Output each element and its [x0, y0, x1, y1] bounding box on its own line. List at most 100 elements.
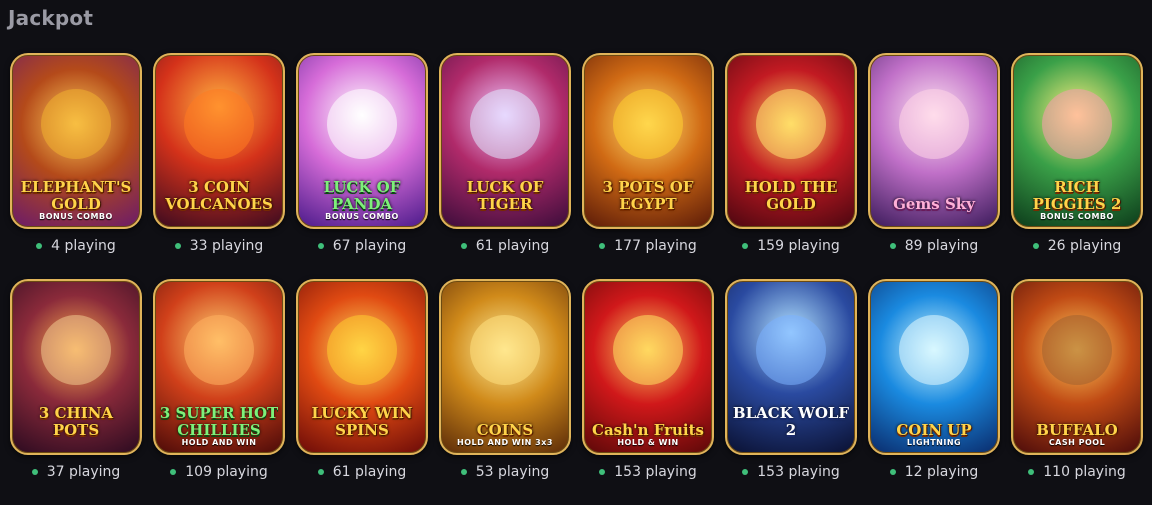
game-card[interactable]: LUCKY WIN SPINS 61 playing — [296, 279, 428, 505]
piggy-icon — [1042, 88, 1112, 159]
tiger-icon — [470, 88, 540, 159]
game-tile[interactable]: 3 COIN VOLCANOES — [153, 53, 285, 229]
online-dot-icon — [460, 243, 467, 249]
volcano-icon — [184, 88, 254, 159]
game-subtitle: CASH POOL — [1048, 438, 1106, 447]
player-count: 33 playing — [153, 229, 285, 261]
game-tile[interactable]: Gems Sky — [868, 53, 1000, 229]
game-title: ELEPHANT'S GOLD — [20, 178, 132, 213]
player-count: 67 playing — [296, 229, 428, 261]
game-title: 3 CHINA POTS — [38, 404, 114, 439]
game-card[interactable]: 3 CHINA POTS 37 playing — [10, 279, 142, 505]
gold-pot-icon — [613, 88, 683, 159]
game-card[interactable]: BLACK WOLF 2 153 playing — [725, 279, 857, 505]
game-card[interactable]: LUCK OF TIGER 61 playing — [439, 53, 571, 279]
game-card[interactable]: 3 POTS OF EGYPT 177 playing — [582, 53, 714, 279]
game-tile[interactable]: 3 POTS OF EGYPT — [582, 53, 714, 229]
game-title: BUFFALO — [1036, 421, 1118, 439]
game-grid: ELEPHANT'S GOLD BONUS COMBO 4 playing 3 … — [10, 53, 1143, 505]
player-count: 61 playing — [439, 229, 571, 261]
lucky-seven-icon — [327, 314, 397, 385]
coin-icon — [470, 314, 540, 385]
game-card[interactable]: HOLD THE GOLD 159 playing — [725, 53, 857, 279]
game-tile[interactable]: RICH PIGGIES 2 BONUS COMBO — [1011, 53, 1143, 229]
game-title: HOLD THE GOLD — [744, 178, 838, 213]
game-title: COIN UP — [896, 421, 972, 439]
chef-icon — [184, 314, 254, 385]
player-count: 12 playing — [868, 455, 1000, 487]
game-card[interactable]: LUCK OF PANDA BONUS COMBO 67 playing — [296, 53, 428, 279]
game-tile[interactable]: BLACK WOLF 2 — [725, 279, 857, 455]
player-count: 153 playing — [582, 455, 714, 487]
game-subtitle: BONUS COMBO — [325, 212, 399, 221]
game-tile[interactable]: LUCK OF PANDA BONUS COMBO — [296, 53, 428, 229]
game-tile[interactable]: Cash'n Fruits HOLD & WIN — [582, 279, 714, 455]
player-count-text: 26 playing — [1047, 238, 1122, 254]
game-card[interactable]: BUFFALO CASH POOL 110 playing — [1011, 279, 1143, 505]
up-coin-icon — [899, 314, 969, 385]
game-card[interactable]: RICH PIGGIES 2 BONUS COMBO 26 playing — [1011, 53, 1143, 279]
game-title: BLACK WOLF 2 — [732, 404, 850, 439]
game-tile[interactable]: COINS HOLD AND WIN 3x3 — [439, 279, 571, 455]
online-dot-icon — [31, 469, 38, 475]
game-card[interactable]: 3 COIN VOLCANOES 33 playing — [153, 53, 285, 279]
game-title: 3 SUPER HOT CHILLIES — [159, 404, 279, 439]
game-title: RICH PIGGIES 2 — [1032, 178, 1122, 213]
game-tile[interactable]: 3 SUPER HOT CHILLIES HOLD AND WIN — [153, 279, 285, 455]
player-count: 53 playing — [439, 455, 571, 487]
online-dot-icon — [1028, 469, 1035, 475]
game-tile[interactable]: COIN UP LIGHTNING — [868, 279, 1000, 455]
game-subtitle: HOLD & WIN — [617, 438, 679, 447]
game-title: Cash'n Fruits — [592, 421, 704, 439]
player-count-text: 109 playing — [185, 464, 268, 480]
wolf-icon — [756, 314, 826, 385]
online-dot-icon — [317, 469, 324, 475]
seven-mini-icon — [613, 314, 683, 385]
game-title: 3 COIN VOLCANOES — [165, 178, 273, 213]
player-count: 61 playing — [296, 455, 428, 487]
player-count-text: 153 playing — [757, 464, 840, 480]
online-dot-icon — [599, 243, 606, 249]
player-count-text: 12 playing — [904, 464, 979, 480]
game-card[interactable]: ELEPHANT'S GOLD BONUS COMBO 4 playing — [10, 53, 142, 279]
game-tile[interactable]: LUCK OF TIGER — [439, 53, 571, 229]
game-tile[interactable]: BUFFALO CASH POOL — [1011, 279, 1143, 455]
player-count-text: 67 playing — [332, 238, 407, 254]
game-card[interactable]: 3 SUPER HOT CHILLIES HOLD AND WIN 109 pl… — [153, 279, 285, 505]
game-card[interactable]: COINS HOLD AND WIN 3x3 53 playing — [439, 279, 571, 505]
game-subtitle: LIGHTNING — [906, 438, 962, 447]
online-dot-icon — [174, 243, 181, 249]
game-subtitle: BONUS COMBO — [39, 212, 113, 221]
lady-icon — [41, 314, 111, 385]
player-count-text: 4 playing — [51, 238, 116, 254]
online-dot-icon — [889, 469, 896, 475]
game-title: LUCK OF PANDA — [323, 178, 401, 213]
mini-coin-icon — [756, 88, 826, 159]
game-card[interactable]: COIN UP LIGHTNING 12 playing — [868, 279, 1000, 505]
game-tile[interactable]: ELEPHANT'S GOLD BONUS COMBO — [10, 53, 142, 229]
princess-icon — [899, 88, 969, 159]
online-dot-icon — [742, 469, 749, 475]
online-dot-icon — [1032, 243, 1039, 249]
panda-icon — [327, 88, 397, 159]
game-card[interactable]: Cash'n Fruits HOLD & WIN 153 playing — [582, 279, 714, 505]
game-card[interactable]: Gems Sky 89 playing — [868, 53, 1000, 279]
online-dot-icon — [599, 469, 606, 475]
game-title: COINS — [476, 421, 534, 439]
game-subtitle: BONUS COMBO — [1040, 212, 1114, 221]
player-count: 177 playing — [582, 229, 714, 261]
game-subtitle: HOLD AND WIN 3x3 — [457, 438, 553, 447]
game-tile[interactable]: LUCKY WIN SPINS — [296, 279, 428, 455]
game-tile[interactable]: HOLD THE GOLD — [725, 53, 857, 229]
player-count-text: 37 playing — [46, 464, 121, 480]
player-count: 110 playing — [1011, 455, 1143, 487]
player-count-text: 159 playing — [757, 238, 840, 254]
player-count-text: 53 playing — [475, 464, 550, 480]
game-title: LUCK OF TIGER — [466, 178, 544, 213]
player-count: 159 playing — [725, 229, 857, 261]
game-tile[interactable]: 3 CHINA POTS — [10, 279, 142, 455]
player-count: 89 playing — [868, 229, 1000, 261]
online-dot-icon — [317, 243, 324, 249]
player-count-text: 33 playing — [189, 238, 264, 254]
buffalo-icon — [1042, 314, 1112, 385]
